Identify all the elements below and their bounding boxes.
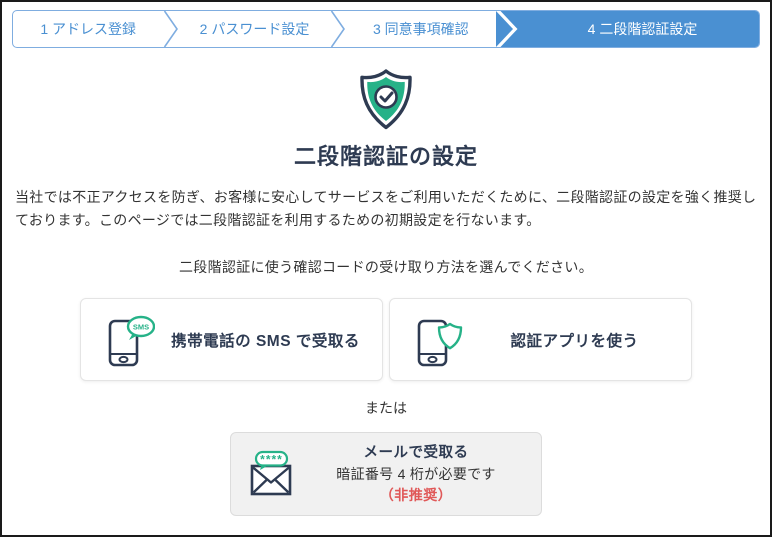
chevron-separator-icon xyxy=(330,11,346,47)
mail-code-icon: **** xyxy=(249,449,303,499)
signup-wizard-window: 1 アドレス登録 2 パスワード設定 3 同意事項確認 4 二段階認証設定 二段… xyxy=(0,0,772,537)
auth-app-option-label: 認証アプリを使う xyxy=(510,332,639,350)
phone-shield-icon xyxy=(414,312,472,368)
chevron-separator-icon xyxy=(163,11,179,47)
shield-check-icon xyxy=(2,68,770,130)
step-address-registration[interactable]: 1 アドレス登録 xyxy=(13,11,163,47)
svg-text:****: **** xyxy=(260,453,283,467)
mail-option-text: メールで受取る 暗証番号 4 桁が必要です （非推奨） xyxy=(303,443,529,506)
or-divider-text: または xyxy=(365,400,407,416)
phone-sms-icon: SMS xyxy=(105,312,163,368)
method-options-row: SMS 携帯電話の SMS で受取る 認証アプリを使う xyxy=(2,298,770,381)
mail-option-label: メールで受取る xyxy=(363,444,469,461)
step-terms-confirmation[interactable]: 3 同意事項確認 xyxy=(346,11,496,47)
intro-text: 当社では不正アクセスを防ぎ、お客様に安心してサービスをご利用いただくために、二段… xyxy=(15,189,757,228)
sms-option-button[interactable]: SMS 携帯電話の SMS で受取る xyxy=(80,298,383,381)
step-two-factor-setup[interactable]: 4 二段階認証設定 xyxy=(525,11,759,47)
mail-option-row: **** メールで受取る 暗証番号 4 桁が必要です （非推奨） xyxy=(2,432,770,516)
step-password-setup[interactable]: 2 パスワード設定 xyxy=(179,11,329,47)
active-arrow-separator-icon xyxy=(495,11,526,47)
svg-text:SMS: SMS xyxy=(133,322,149,331)
sms-option-label: 携帯電話の SMS で受取る xyxy=(171,332,360,350)
mail-option-button[interactable]: **** メールで受取る 暗証番号 4 桁が必要です （非推奨） xyxy=(230,432,542,516)
progress-stepper: 1 アドレス登録 2 パスワード設定 3 同意事項確認 4 二段階認証設定 xyxy=(12,10,760,48)
page-title: 二段階認証の設定 xyxy=(293,144,478,169)
mail-option-note: 暗証番号 4 桁が必要です xyxy=(336,465,496,482)
auth-app-option-button[interactable]: 認証アプリを使う xyxy=(389,298,692,381)
method-instruction: 二段階認証に使う確認コードの受け取り方法を選んでください。 xyxy=(179,259,593,275)
mail-option-warning: （非推奨） xyxy=(379,486,453,503)
